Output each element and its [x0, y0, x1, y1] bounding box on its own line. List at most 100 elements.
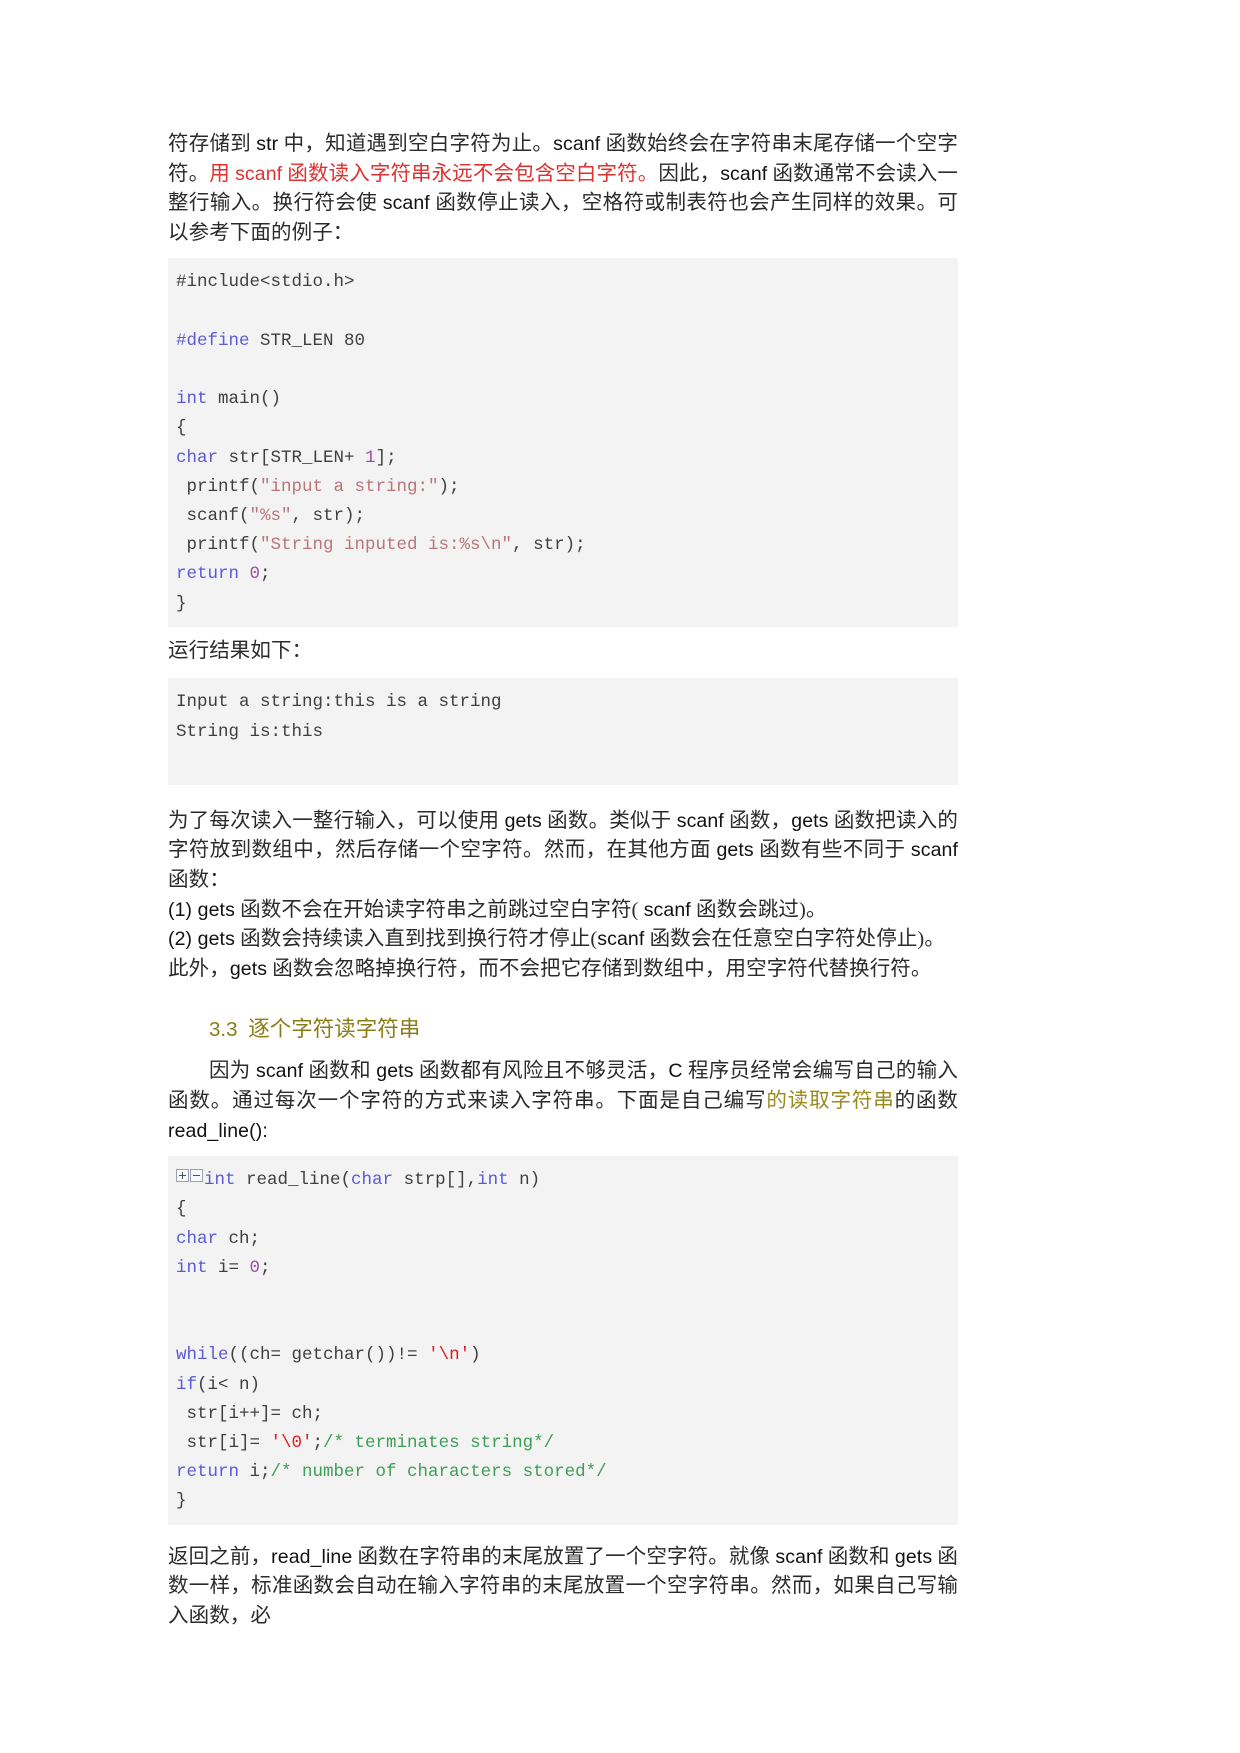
code-token: ;	[312, 1432, 324, 1453]
collapse-minus-box-icon[interactable]	[190, 1169, 203, 1183]
scanf-token: scanf	[553, 133, 601, 155]
code-line: return i;/* number of characters stored*…	[168, 1458, 958, 1487]
gets-text-5: 函数有些不同于	[753, 839, 911, 862]
code-token: '\0'	[270, 1432, 313, 1453]
code-token: str[i]=	[176, 1432, 271, 1453]
code-token: ];	[375, 447, 397, 468]
readline-intro-paragraph: 因为 scanf 函数和 gets 函数都有风险且不够灵活，C 程序员经常会编写…	[168, 1057, 958, 1146]
code-line: char ch;	[168, 1225, 958, 1254]
section-heading-3-3: 3.3 逐个字符读字符串	[209, 1012, 958, 1047]
section-heading-spacer	[238, 1017, 249, 1041]
intro-text-2: 中，知道遇到空白字符为止。	[278, 133, 554, 155]
closing-text-2: 函数在字符串的末尾放置了一个空字符。就像	[352, 1545, 776, 1568]
gets-paragraph: 为了每次读入一整行输入，可以使用 gets 函数。类似于 scanf 函数，ge…	[168, 807, 958, 896]
code-token: 0	[249, 1257, 261, 1278]
olive-highlight-text: 的读取字符串	[766, 1089, 895, 1112]
section-number: 3.3	[209, 1018, 238, 1042]
code-token: str[i++]= ch;	[176, 1403, 324, 1424]
document-page: 符存储到 str 中，知道遇到空白字符为止。scanf 函数始终会在字符串末尾存…	[0, 0, 1240, 1753]
closing-text-1: 返回之前，	[168, 1545, 272, 1568]
read-line-token-2: read_line	[271, 1545, 353, 1568]
code-token: STR_LEN 80	[249, 330, 366, 351]
red-scanf-token: scanf	[235, 162, 283, 185]
gets-list-item-3: 此外，gets 函数会忽略掉换行符，而不会把它存储到数组中，用空字符代替换行符。	[168, 955, 958, 985]
code-line: int read_line(char strp[],int n)	[168, 1166, 958, 1195]
scanf-token-9: scanf	[775, 1545, 823, 1568]
code-token: #include<stdio.h>	[176, 272, 355, 293]
code-token: ;	[260, 564, 271, 585]
code-token: );	[438, 476, 460, 497]
code-line: scanf("%s", str);	[168, 502, 958, 531]
code-token: int	[176, 1257, 208, 1278]
intro-text-4: 因此，	[658, 162, 721, 185]
gets-token-6: gets	[229, 957, 268, 980]
intro-paragraph: 符存储到 str 中，知道遇到空白字符为止。scanf 函数始终会在字符串末尾存…	[168, 130, 958, 248]
gets-text-3: 函数，	[723, 809, 792, 832]
scanf-token-3: scanf	[382, 192, 430, 215]
item2-text-2: 函数会在任意空白字符处停止)。	[644, 928, 945, 951]
code-token: )	[470, 1345, 481, 1366]
code-line: printf("input a string:");	[168, 473, 958, 502]
code-token: char	[176, 447, 219, 468]
code-token: ch;	[218, 1228, 261, 1249]
c-language-token: C	[668, 1060, 683, 1083]
code-token: {	[176, 1199, 187, 1220]
gets-token-5: gets	[197, 928, 235, 951]
code-line: return 0;	[168, 560, 958, 589]
red-text-1: 用	[209, 162, 236, 185]
code-token: /* number of characters stored*/	[270, 1462, 607, 1483]
code-token: char	[351, 1170, 394, 1191]
code-token: n)	[508, 1170, 541, 1191]
code-token: ;	[260, 1257, 271, 1278]
code-token: i=	[207, 1257, 250, 1278]
code-token: , str);	[291, 506, 366, 526]
intro-text-1: 符存储到	[168, 133, 257, 155]
code-token: ((ch= getchar())!=	[228, 1345, 429, 1366]
scanf-token-4: scanf	[676, 809, 724, 832]
code-line: #define STR_LEN 80	[168, 327, 958, 356]
str-token: str	[256, 133, 279, 155]
code-token: main()	[207, 389, 282, 410]
code-line: }	[168, 590, 958, 619]
code-token: str[STR_LEN+	[218, 447, 366, 468]
code-token: 1	[365, 447, 376, 468]
code-token: "input a string:"	[260, 476, 439, 497]
code-line: printf("String inputed is:%s\n", str);	[168, 531, 958, 560]
gets-token-4: gets	[197, 898, 235, 921]
code-line: char str[STR_LEN+ 1];	[168, 444, 958, 473]
code-token: printf(	[176, 476, 261, 497]
expand-plus-box-icon[interactable]	[176, 1169, 189, 1183]
item1-text-1: 函数不会在开始读字符串之前跳过空白字符(	[234, 898, 644, 921]
code-token: , str);	[512, 535, 586, 556]
scanf-token-5: scanf	[910, 839, 958, 862]
gets-list-item-2: (2) gets 函数会持续读入直到找到换行符才停止(scanf 函数会在任意空…	[168, 925, 958, 955]
code-token: (i< n)	[197, 1374, 261, 1395]
code-token: i;	[239, 1462, 271, 1483]
code-token: printf(	[176, 535, 261, 556]
code-line: {	[168, 414, 958, 443]
output-line: String is:this	[176, 721, 324, 742]
code-line: int i= 0;	[168, 1254, 958, 1283]
code-token: #define	[176, 330, 250, 351]
item1-number: (1)	[168, 898, 198, 921]
item3-text-2: 函数会忽略掉换行符，而不会把它存储到数组中，用空字符代替换行符。	[267, 957, 932, 980]
program-output-block: Input a string:this is a string String is…	[168, 678, 958, 785]
red-highlight-sentence: 用 scanf 函数读入字符串永远不会包含空白字符。	[209, 163, 658, 185]
gets-list-item-1: (1) gets 函数不会在开始读字符串之前跳过空白字符( scanf 函数会跳…	[168, 896, 958, 926]
code-token: int	[204, 1170, 236, 1191]
code-line: str[i++]= ch;	[168, 1400, 958, 1429]
readline-text-3: 函数都有风险且不够灵活，	[413, 1060, 669, 1083]
code-line: str[i]= '\0';/* terminates string*/	[168, 1429, 958, 1458]
code-line: int main()	[168, 385, 958, 414]
page-content: 符存储到 str 中，知道遇到空白字符为止。scanf 函数始终会在字符串末尾存…	[168, 130, 958, 1631]
closing-paragraph: 返回之前，read_line 函数在字符串的末尾放置了一个空字符。就像 scan…	[168, 1543, 958, 1632]
item2-text-1: 函数会持续读入直到找到换行符才停止(	[234, 928, 598, 951]
gets-token-1: gets	[504, 809, 542, 832]
scanf-token-8: scanf	[255, 1060, 304, 1083]
code-token: '\n'	[428, 1345, 471, 1366]
item2-number: (2)	[168, 928, 198, 951]
